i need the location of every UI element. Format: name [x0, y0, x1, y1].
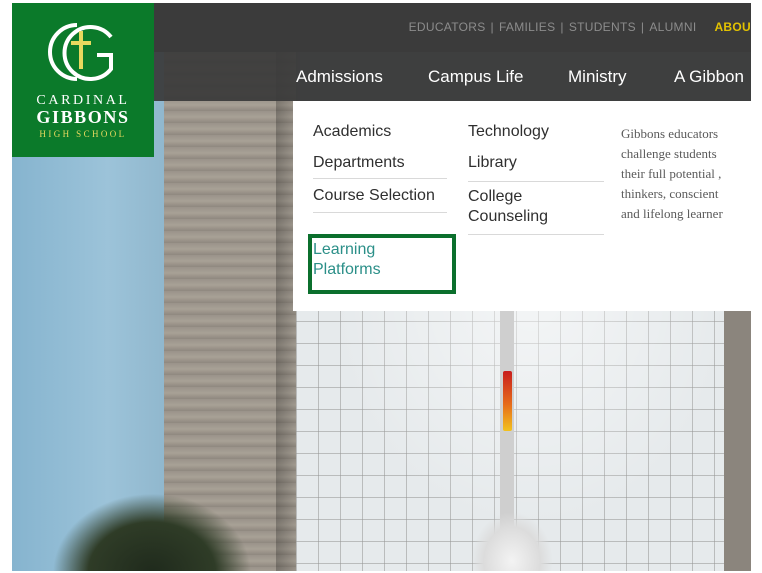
- bg-altar-flowers: [472, 513, 552, 571]
- logo-line-high-school: HIGH SCHOOL: [39, 129, 127, 139]
- nav-ministry[interactable]: Ministry: [568, 67, 627, 87]
- blurb-line: challenge students: [621, 146, 717, 161]
- utility-nav: EDUCATORS | FAMILIES | STUDENTS | ALUMNI ABOU: [409, 20, 751, 34]
- page-viewport: EDUCATORS | FAMILIES | STUDENTS | ALUMNI ABOU A…: [12, 3, 751, 571]
- utility-separator: |: [640, 20, 645, 34]
- menu-link-library[interactable]: Library: [468, 153, 605, 173]
- nav-campus-life[interactable]: Campus Life: [428, 67, 523, 87]
- bg-candle: [503, 371, 512, 431]
- school-logo[interactable]: CARDINAL GIBBONS HIGH SCHOOL: [12, 3, 154, 157]
- cg-cross-monogram-icon: [48, 23, 113, 81]
- menu-link-technology[interactable]: Technology: [468, 122, 605, 142]
- menu-divider: [313, 178, 447, 179]
- academics-dropdown-menu: Academics Departments Course Selection L…: [293, 101, 751, 311]
- blurb-line: thinkers, conscient: [621, 186, 719, 201]
- menu-link-academics[interactable]: Academics: [313, 122, 450, 142]
- menu-link-college-counseling[interactable]: College Counseling: [468, 187, 568, 227]
- menu-divider: [468, 234, 604, 235]
- utility-link-alumni[interactable]: ALUMNI: [649, 20, 696, 34]
- utility-link-about[interactable]: ABOU: [714, 20, 751, 34]
- menu-divider: [468, 181, 604, 182]
- blurb-line: their full potential ,: [621, 166, 722, 181]
- utility-separator: |: [560, 20, 564, 34]
- menu-link-departments[interactable]: Departments: [313, 153, 450, 173]
- blurb-line: Gibbons educators: [621, 126, 719, 141]
- utility-link-students[interactable]: STUDENTS: [569, 20, 636, 34]
- nav-a-gibbons[interactable]: A Gibbon: [674, 67, 744, 87]
- utility-link-educators[interactable]: EDUCATORS: [409, 20, 486, 34]
- menu-divider: [313, 212, 447, 213]
- logo-line-gibbons: GIBBONS: [36, 107, 130, 127]
- menu-link-course-selection[interactable]: Course Selection: [313, 186, 450, 206]
- dropdown-blurb: Gibbons educators challenge students the…: [621, 124, 751, 224]
- utility-separator: |: [490, 20, 494, 34]
- nav-admissions[interactable]: Admissions: [296, 67, 383, 87]
- highlight-box: [308, 234, 456, 294]
- blurb-line: and lifelong learner: [621, 206, 723, 221]
- utility-link-families[interactable]: FAMILIES: [499, 20, 555, 34]
- bg-plant: [52, 493, 252, 571]
